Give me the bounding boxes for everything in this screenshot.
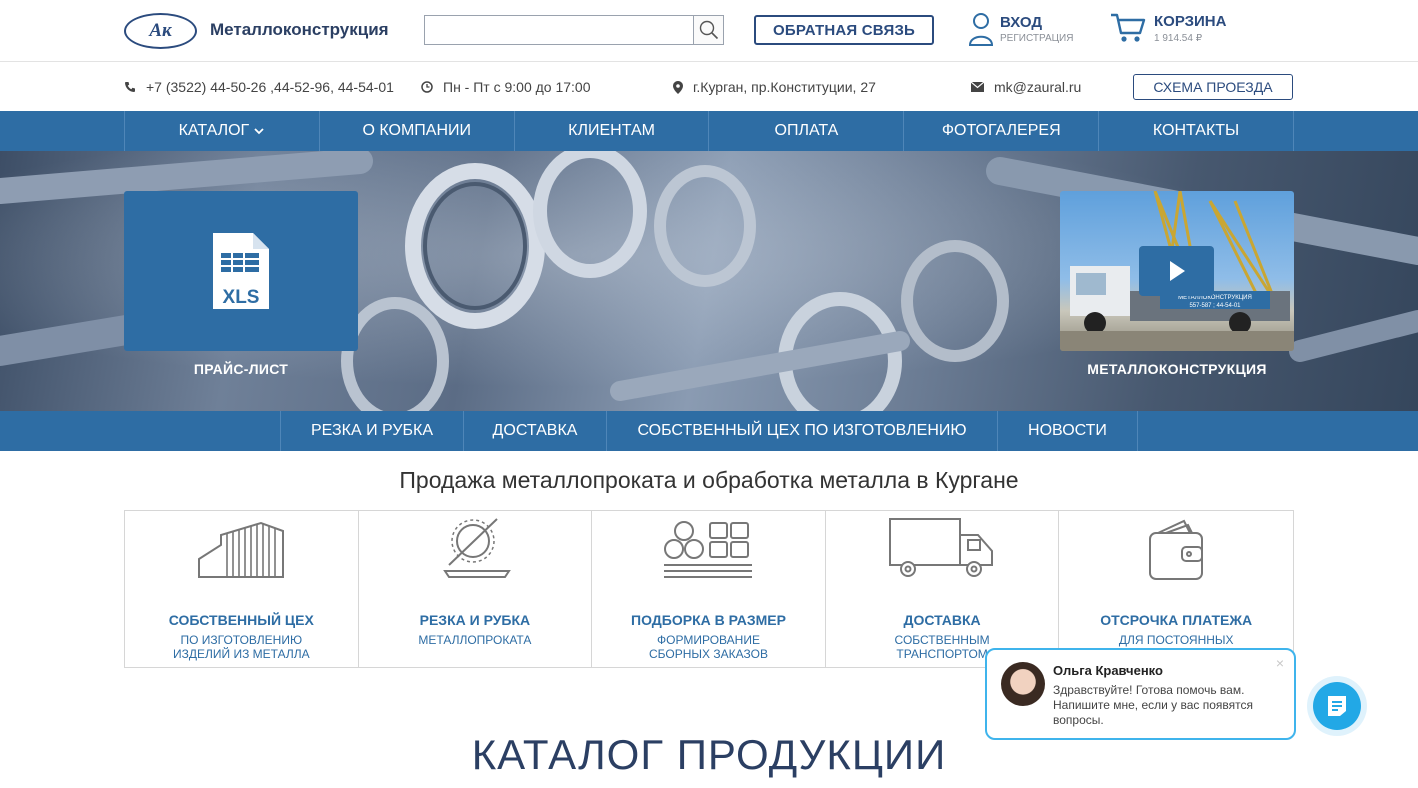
- search-input[interactable]: [425, 16, 693, 44]
- close-icon[interactable]: ×: [1276, 655, 1284, 671]
- cart-icon: [1111, 13, 1146, 42]
- login-link[interactable]: ВХОД РЕГИСТРАЦИЯ: [968, 12, 1073, 46]
- map-pin-icon: [673, 80, 683, 94]
- hours-text: Пн - Пт с 9:00 до 17:00: [443, 79, 591, 95]
- logo[interactable]: Ак: [124, 13, 197, 49]
- feature-title: ОТСРОЧКА ПЛАТЕЖА: [1100, 612, 1253, 628]
- xls-label: XLS: [223, 287, 260, 308]
- chat-message: Здравствуйте! Готова помочь вам. Напишит…: [1053, 683, 1254, 727]
- search-box: [424, 15, 724, 45]
- phone-text[interactable]: +7 (3522) 44-50-26 ,44-52-96, 44-54-01: [146, 79, 394, 95]
- nav-item-label: КАТАЛОГ: [178, 122, 250, 139]
- subnav-item-delivery[interactable]: ДОСТАВКА: [464, 411, 607, 451]
- email-info: mk@zaural.ru: [971, 79, 1081, 95]
- page-tagline: Продажа металлопроката и обработка метал…: [399, 467, 1019, 493]
- header: Ак Металлоконструкция ОБРАТНАЯ СВЯЗЬ ВХО…: [0, 0, 1418, 62]
- video-caption[interactable]: МЕТАЛЛОКОНСТРУКЦИЯ: [1060, 361, 1294, 377]
- logo-mark: Ак: [149, 20, 172, 41]
- feature-delivery[interactable]: ДОСТАВКА СОБСТВЕННЫМ ТРАНСПОРТОМ: [826, 511, 1060, 667]
- saw-icon: [443, 518, 511, 578]
- search-icon: [699, 20, 718, 40]
- address-info: г.Курган, пр.Конституции, 27: [673, 79, 876, 95]
- login-label: ВХОД: [1000, 14, 1043, 31]
- cart-total: 1 914.54 ₽: [1154, 32, 1203, 44]
- nav-item-catalog[interactable]: КАТАЛОГ: [125, 111, 320, 151]
- feedback-button[interactable]: ОБРАТНАЯ СВЯЗЬ: [754, 15, 934, 45]
- price-list-tile[interactable]: XLS: [124, 191, 358, 351]
- feature-workshop[interactable]: СОБСТВЕННЫЙ ЦЕХ ПО ИЗГОТОВЛЕНИЮ ИЗДЕЛИЙ И…: [125, 511, 359, 667]
- mail-icon: [971, 82, 984, 92]
- subnav-item-news[interactable]: НОВОСТИ: [998, 411, 1138, 451]
- route-map-button[interactable]: СХЕМА ПРОЕЗДА: [1133, 74, 1293, 100]
- feature-line: СБОРНЫХ ЗАКАЗОВ: [649, 647, 768, 661]
- video-tile[interactable]: МЕТАЛЛОКОНСТРУКЦИЯ 557-587 ; 44-54-01: [1060, 191, 1294, 351]
- feature-subtitle: ФОРМИРОВАНИЕ СБОРНЫХ ЗАКАЗОВ: [592, 633, 825, 661]
- chat-icon: [1328, 696, 1346, 716]
- stock-icon: [664, 521, 753, 578]
- feature-title: РЕЗКА И РУБКА: [419, 612, 531, 628]
- truck-icon: [889, 518, 994, 577]
- chat-popup[interactable]: Ольга Кравченко Здравствуйте! Готова пом…: [985, 648, 1296, 740]
- register-link[interactable]: РЕГИСТРАЦИЯ: [1000, 33, 1073, 44]
- subnav-item-cutting[interactable]: РЕЗКА И РУБКА: [281, 411, 464, 451]
- cart-label: КОРЗИНА: [1154, 12, 1227, 30]
- features-row: СОБСТВЕННЫЙ ЦЕХ ПО ИЗГОТОВЛЕНИЮ ИЗДЕЛИЙ И…: [124, 510, 1294, 668]
- price-list-caption[interactable]: ПРАЙС-ЛИСТ: [124, 361, 358, 377]
- nav-item-gallery[interactable]: ФОТОГАЛЕРЕЯ: [904, 111, 1100, 151]
- chevron-down-icon: [254, 128, 264, 135]
- services-nav: РЕЗКА И РУБКА ДОСТАВКА СОБСТВЕННЫЙ ЦЕХ П…: [0, 411, 1418, 451]
- feature-subtitle: МЕТАЛЛОПРОКАТА: [359, 633, 592, 647]
- email-link[interactable]: mk@zaural.ru: [994, 79, 1081, 95]
- subnav-item-workshop[interactable]: СОБСТВЕННЫЙ ЦЕХ ПО ИЗГОТОВЛЕНИЮ: [607, 411, 998, 451]
- play-button[interactable]: [1139, 246, 1214, 296]
- feature-deferred-payment[interactable]: ОТСРОЧКА ПЛАТЕЖА ДЛЯ ПОСТОЯННЫХ: [1059, 511, 1293, 667]
- chat-open-button[interactable]: [1307, 676, 1367, 736]
- address-text: г.Курган, пр.Конституции, 27: [693, 79, 876, 95]
- nav-item-clients[interactable]: КЛИЕНТАМ: [515, 111, 710, 151]
- feature-line: СОБСТВЕННЫМ: [894, 633, 990, 647]
- cart-link[interactable]: КОРЗИНА 1 914.54 ₽: [1110, 12, 1226, 44]
- xls-file-icon: XLS: [213, 233, 269, 309]
- hours-info: Пн - Пт с 9:00 до 17:00: [421, 79, 591, 95]
- feature-title: ПОДБОРКА В РАЗМЕР: [631, 612, 786, 628]
- phone-icon: [125, 82, 135, 92]
- feature-title: СОБСТВЕННЫЙ ЦЕХ: [168, 612, 314, 628]
- nav-item-contacts[interactable]: КОНТАКТЫ: [1099, 111, 1294, 151]
- main-nav: КАТАЛОГ О КОМПАНИИ КЛИЕНТАМ ОПЛАТА ФОТОГ…: [0, 111, 1418, 151]
- feature-subtitle: ДЛЯ ПОСТОЯННЫХ: [1059, 633, 1293, 647]
- operator-avatar: [1001, 662, 1045, 706]
- feature-line: ПО ИЗГОТОВЛЕНИЮ: [180, 633, 303, 647]
- page: Ак Металлоконструкция ОБРАТНАЯ СВЯЗЬ ВХО…: [0, 0, 1418, 788]
- nav-item-about[interactable]: О КОМПАНИИ: [320, 111, 515, 151]
- feature-subtitle: ПО ИЗГОТОВЛЕНИЮ ИЗДЕЛИЙ ИЗ МЕТАЛЛА: [125, 633, 358, 661]
- nav-item-payment[interactable]: ОПЛАТА: [709, 111, 905, 151]
- wallet-icon: [1149, 519, 1204, 580]
- feature-line: ИЗДЕЛИЙ ИЗ МЕТАЛЛА: [172, 647, 310, 661]
- feature-line: ДЛЯ ПОСТОЯННЫХ: [1118, 633, 1234, 647]
- company-name[interactable]: Металлоконструкция: [210, 20, 389, 40]
- feature-title: ДОСТАВКА: [903, 612, 981, 628]
- operator-name: Ольга Кравченко: [1053, 663, 1163, 678]
- phone-info: +7 (3522) 44-50-26 ,44-52-96, 44-54-01: [124, 79, 394, 95]
- feature-line: МЕТАЛЛОПРОКАТА: [418, 633, 532, 647]
- search-button[interactable]: [693, 16, 723, 44]
- workshop-icon: [198, 521, 285, 578]
- feature-cutting[interactable]: РЕЗКА И РУБКА МЕТАЛЛОПРОКАТА: [359, 511, 593, 667]
- feature-line: ТРАНСПОРТОМ: [896, 647, 988, 661]
- clock-icon: [421, 81, 433, 93]
- contact-bar: +7 (3522) 44-50-26 ,44-52-96, 44-54-01 П…: [0, 62, 1418, 111]
- feature-line: ФОРМИРОВАНИЕ: [657, 633, 760, 647]
- user-icon: [968, 13, 994, 46]
- truck-phone: 557-587 ; 44-54-01: [1189, 303, 1241, 309]
- feature-sizing[interactable]: ПОДБОРКА В РАЗМЕР ФОРМИРОВАНИЕ СБОРНЫХ ЗА…: [592, 511, 826, 667]
- play-icon: [1169, 261, 1185, 281]
- hero-banner: XLS ПРАЙС-ЛИСТ МЕТАЛЛОКОНСТРУКЦИЯ 557-58…: [0, 151, 1418, 411]
